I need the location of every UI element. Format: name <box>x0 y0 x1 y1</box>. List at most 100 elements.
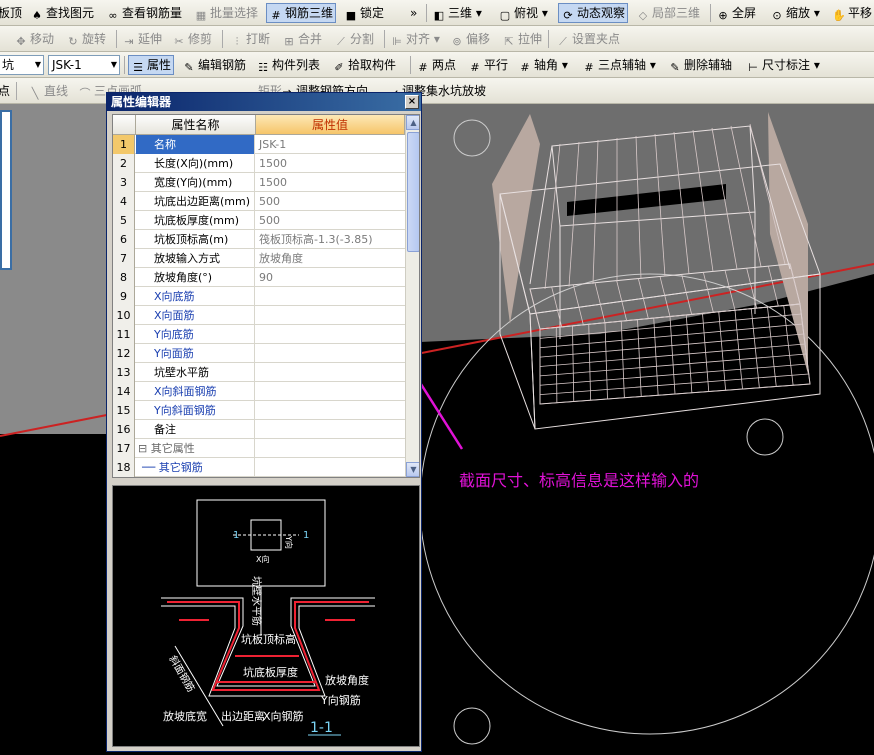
tool-delete-axis[interactable]: ✎ 删除辅轴 <box>668 55 732 75</box>
property-value[interactable] <box>256 382 404 401</box>
collapse-icon[interactable]: ⊟ <box>138 442 151 455</box>
tool-trim[interactable]: ✂ 修剪 <box>172 29 212 49</box>
tool-edit-rebar[interactable]: ✎ 编辑钢筋 <box>182 55 246 75</box>
close-button[interactable]: × <box>405 95 419 109</box>
property-row[interactable]: 2 长度(X向)(mm) 1500 <box>113 154 405 173</box>
tool-three-point-axis[interactable]: # 三点辅轴 ▾ <box>582 55 655 75</box>
property-name: 宽度(Y向)(mm) <box>136 173 255 192</box>
property-value[interactable] <box>256 420 404 439</box>
property-value[interactable]: 1500 <box>256 173 404 192</box>
tool-fullscreen-label: 全屏 <box>732 6 757 20</box>
tool-merge[interactable]: ⊞ 合并 <box>282 29 322 49</box>
property-row[interactable]: 13 坑壁水平筋 <box>113 363 405 382</box>
property-row[interactable]: 4 坑底出边距离(mm) 500 <box>113 192 405 211</box>
property-row[interactable]: 3 宽度(Y向)(mm) 1500 <box>113 173 405 192</box>
row-number: 10 <box>113 306 135 325</box>
scrollbar[interactable]: ▲ ▼ <box>405 115 419 477</box>
property-row[interactable]: 18 ── 其它钢筋 <box>113 458 405 477</box>
tool-component-list[interactable]: ☷ 构件列表 <box>256 55 320 75</box>
label-x-dir: X向 <box>256 554 269 564</box>
tool-rotate[interactable]: ↻ 旋转 <box>66 29 106 49</box>
component-type-select[interactable]: 坑 ▼ <box>0 55 44 75</box>
tool-zoom[interactable]: ⊙ 缩放 ▾ <box>770 3 819 23</box>
property-value[interactable]: 500 <box>256 192 404 211</box>
scroll-down-button[interactable]: ▼ <box>406 462 419 477</box>
orbit-icon: ⟳ <box>563 9 573 22</box>
tool-3d[interactable]: ◧ 三维 ▾ <box>432 3 482 23</box>
tool-view-rebar-qty[interactable]: ∞ 查看钢筋量 <box>106 3 182 23</box>
tool-find-element[interactable]: ♠ 查找图元 <box>30 3 94 23</box>
tool-orbit[interactable]: ⟳ 动态观察 <box>558 3 629 23</box>
property-value[interactable]: JSK-1 <box>256 135 404 154</box>
tool-slab-top[interactable]: 板顶 <box>0 3 22 23</box>
tool-find-element-label: 查找图元 <box>46 6 95 20</box>
property-value[interactable] <box>256 306 404 325</box>
tool-break[interactable]: ⫶ 打断 <box>230 29 270 49</box>
tool-stretch[interactable]: ⇱ 拉伸 <box>502 29 542 49</box>
tool-pick-component[interactable]: ✐ 拾取构件 <box>332 55 396 75</box>
tool-parallel[interactable]: # 平行 <box>468 55 508 75</box>
property-value[interactable]: 500 <box>256 211 404 230</box>
property-value[interactable] <box>256 401 404 420</box>
property-row[interactable]: 12 Y向面筋 <box>113 344 405 363</box>
property-row[interactable]: 7 放坡输入方式 放坡角度 <box>113 249 405 268</box>
property-row[interactable]: 10 X向面筋 <box>113 306 405 325</box>
tool-line[interactable]: ╲ 直线 <box>28 81 68 101</box>
property-value[interactable]: 放坡角度 <box>256 249 404 268</box>
tool-orbit-label: 动态观察 <box>577 6 626 20</box>
property-row[interactable]: 8 放坡角度(°) 90 <box>113 268 405 287</box>
tool-move[interactable]: ✥ 移动 <box>14 29 54 49</box>
tool-top-view[interactable]: ▢ 俯视 ▾ <box>498 3 548 23</box>
tool-extend[interactable]: ⇥ 延伸 <box>122 29 162 49</box>
property-value[interactable] <box>256 325 404 344</box>
tool-fullscreen[interactable]: ⊕ 全屏 <box>716 3 756 23</box>
toolbar-overflow[interactable]: » <box>410 3 417 23</box>
property-value[interactable]: 1500 <box>256 154 404 173</box>
property-row[interactable]: 5 坑底板厚度(mm) 500 <box>113 211 405 230</box>
tool-rebar-3d[interactable]: # 钢筋三维 <box>266 3 337 23</box>
tool-lock[interactable]: ■ 锁定 <box>344 3 384 23</box>
property-value[interactable] <box>256 287 404 306</box>
tool-offset[interactable]: ⊚ 偏移 <box>450 29 490 49</box>
header-property-value: 属性值 <box>256 115 405 135</box>
property-row[interactable]: 15 Y向斜面钢筋 <box>113 401 405 420</box>
row-number: 1 <box>113 135 135 154</box>
tool-dimension[interactable]: ⊢ 尺寸标注 ▾ <box>746 55 820 75</box>
tool-point[interactable]: 点 <box>0 81 10 101</box>
tool-extend-label: 延伸 <box>138 32 163 46</box>
property-value[interactable]: 筏板顶标高-1.3(-3.85) <box>256 230 404 249</box>
tool-properties[interactable]: ☰ 属性 <box>128 55 175 75</box>
property-value[interactable] <box>256 458 404 477</box>
property-row[interactable]: 6 坑板顶标高(m) 筏板顶标高-1.3(-3.85) <box>113 230 405 249</box>
label-y-bar: Y向钢筋 <box>320 693 361 707</box>
row-number: 14 <box>113 382 135 401</box>
property-row[interactable]: 9 X向底筋 <box>113 287 405 306</box>
component-type-value: 坑 <box>2 58 15 72</box>
property-value[interactable] <box>256 344 404 363</box>
property-row[interactable]: 1 名称 JSK-1 <box>113 135 405 154</box>
property-row[interactable]: 16 备注 <box>113 420 405 439</box>
property-name: Y向斜面钢筋 <box>136 401 255 420</box>
component-name-select[interactable]: JSK-1 ▼ <box>48 55 120 75</box>
scroll-up-button[interactable]: ▲ <box>406 115 419 130</box>
property-value[interactable] <box>256 439 404 458</box>
tool-local-3d[interactable]: ◇ 局部三维 <box>636 3 700 23</box>
tool-split[interactable]: ⟋ 分割 <box>334 29 374 49</box>
property-row[interactable]: 17 ⊟ 其它属性 <box>113 439 405 458</box>
label-slope-angle: 放坡角度 <box>325 673 369 687</box>
tool-set-grip[interactable]: ⟋ 设置夹点 <box>556 29 620 49</box>
scroll-thumb[interactable] <box>407 132 419 252</box>
row-number: 5 <box>113 211 135 230</box>
property-value[interactable] <box>256 363 404 382</box>
property-row[interactable]: 14 X向斜面钢筋 <box>113 382 405 401</box>
tool-batch-select[interactable]: ▦ 批量选择 <box>194 3 258 23</box>
tool-two-points[interactable]: # 两点 <box>416 55 456 75</box>
tool-pan[interactable]: ✋ 平移 <box>832 3 872 23</box>
toolbar-component: 坑 ▼ JSK-1 ▼ ☰ 属性 ✎ 编辑钢筋 ☷ 构件列表 ✐ 拾取构件 # 两点 # 平行 … <box>0 52 874 78</box>
tool-axis-angle-label: 轴角 <box>534 58 559 72</box>
row-number: 13 <box>113 363 135 382</box>
property-row[interactable]: 11 Y向底筋 <box>113 325 405 344</box>
tool-align[interactable]: ⊫ 对齐 ▾ <box>390 29 440 49</box>
tool-axis-angle[interactable]: # 轴角 ▾ <box>518 55 567 75</box>
property-value[interactable]: 90 <box>256 268 404 287</box>
